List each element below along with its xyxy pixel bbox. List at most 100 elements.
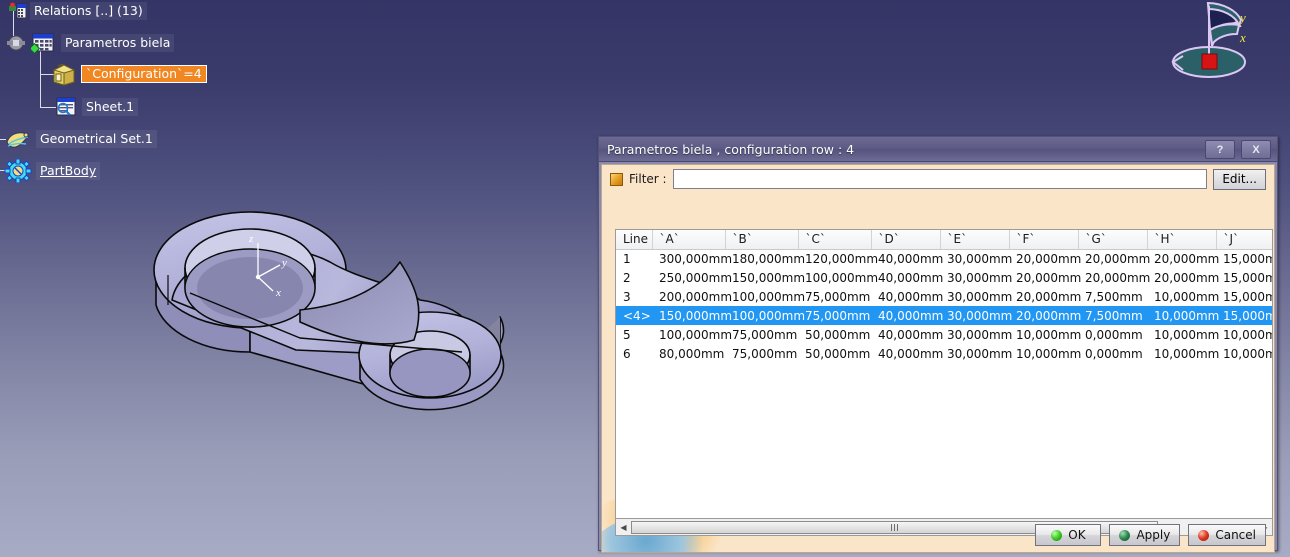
table-cell[interactable]: 20,000mm xyxy=(1009,268,1081,287)
table-cell[interactable]: 2 xyxy=(616,268,652,287)
table-row[interactable]: 3 200,000mm 100,000mm 75,000mm 40,000mm 30,00… xyxy=(616,287,1272,306)
table-row[interactable]: 1 300,000mm 180,000mm 120,000mm 40,000mm 30,0… xyxy=(616,249,1272,268)
table-cell[interactable]: 75,000mm xyxy=(725,344,798,363)
table-cell[interactable]: 100,000mm xyxy=(725,306,805,325)
table-column-header[interactable]: `A` xyxy=(652,230,726,250)
table-cell[interactable]: 30,000mm xyxy=(940,344,1012,363)
table-cell[interactable]: 120,000mm xyxy=(798,249,878,268)
table-cell[interactable]: 300,000mm xyxy=(652,249,732,268)
table-column-header[interactable]: `E` xyxy=(940,230,1010,250)
table-cell[interactable]: 30,000mm xyxy=(940,287,1012,306)
table-cell[interactable]: 75,000mm xyxy=(798,306,871,325)
edit-button[interactable]: Edit... xyxy=(1213,168,1266,190)
close-button[interactable]: X xyxy=(1241,140,1271,159)
table-cell[interactable]: 150,000mm xyxy=(725,268,805,287)
configuration-table[interactable]: Line `A` `B` `C` `D` `E` `F` `G` `H` `J` 1 300,000… xyxy=(615,229,1273,519)
table-cell[interactable]: 200,000mm xyxy=(652,287,732,306)
dialog-titlebar[interactable]: Parametros biela , configuration row : 4… xyxy=(599,137,1277,162)
filter-input[interactable] xyxy=(672,169,1208,189)
tree-item-parametros-biela[interactable]: Parametros biela xyxy=(5,32,175,55)
table-cell[interactable]: 100,000mm xyxy=(652,325,732,344)
table-cell[interactable]: 50,000mm xyxy=(798,325,871,344)
table-cell[interactable]: 30,000mm xyxy=(940,325,1012,344)
axis-label-x: x xyxy=(275,287,281,299)
table-cell[interactable]: 10,000mm xyxy=(1009,325,1081,344)
table-column-header[interactable]: `J` xyxy=(1216,230,1272,250)
table-cell[interactable]: 40,000mm xyxy=(871,287,943,306)
table-cell[interactable]: 15,000mm xyxy=(1216,249,1272,268)
table-cell[interactable]: 7,500mm xyxy=(1078,306,1147,325)
table-cell[interactable]: 1 xyxy=(616,249,652,268)
table-cell[interactable]: 10,000mm xyxy=(1147,325,1219,344)
table-cell[interactable]: 80,000mm xyxy=(652,344,725,363)
table-cell[interactable]: 40,000mm xyxy=(871,249,943,268)
table-cell[interactable]: 75,000mm xyxy=(725,325,798,344)
table-row[interactable]: 5 100,000mm 75,000mm 50,000mm 40,000mm 30,000… xyxy=(616,325,1272,344)
table-row[interactable]: 2 250,000mm 150,000mm 100,000mm 40,000mm 30,0… xyxy=(616,268,1272,287)
tree-item-relations[interactable]: Relations [..] (13) xyxy=(8,2,147,20)
tree-item-sheet1[interactable]: Sheet.1 xyxy=(54,97,139,117)
cancel-button[interactable]: Cancel xyxy=(1188,524,1266,546)
table-column-header[interactable]: `F` xyxy=(1009,230,1079,250)
table-cell[interactable]: 15,000mm xyxy=(1216,287,1272,306)
table-cell[interactable]: 40,000mm xyxy=(871,268,943,287)
table-cell[interactable]: 30,000mm xyxy=(940,249,1012,268)
table-cell[interactable]: 250,000mm xyxy=(652,268,732,287)
table-cell[interactable]: 30,000mm xyxy=(940,268,1012,287)
filter-icon[interactable] xyxy=(610,172,623,186)
table-cell[interactable]: 20,000mm xyxy=(1147,249,1219,268)
table-cell[interactable]: 40,000mm xyxy=(871,306,943,325)
help-button[interactable]: ? xyxy=(1205,140,1235,159)
table-cell[interactable]: 20,000mm xyxy=(1009,249,1081,268)
tree-item-configuration[interactable]: `Configuration`=4 xyxy=(51,61,207,86)
table-cell[interactable]: 50,000mm xyxy=(798,344,871,363)
specification-tree[interactable]: Relations [..] (13) Parametros biela `Co… xyxy=(0,0,340,190)
table-column-header[interactable]: Line xyxy=(616,230,653,250)
table-cell[interactable]: 10,000mm xyxy=(1009,344,1081,363)
table-cell[interactable]: 75,000mm xyxy=(798,287,871,306)
tree-item-label-relations: Relations [..] (13) xyxy=(30,2,147,20)
tree-item-geometrical-set[interactable]: Geometrical Set.1 xyxy=(4,128,157,150)
table-cell[interactable]: 20,000mm xyxy=(1078,268,1150,287)
table-cell[interactable]: 0,000mm xyxy=(1078,344,1147,363)
table-column-header[interactable]: `C` xyxy=(798,230,872,250)
table-column-header[interactable]: `B` xyxy=(725,230,799,250)
table-cell[interactable]: 10,000mm xyxy=(1147,306,1219,325)
table-cell[interactable]: 20,000mm xyxy=(1009,306,1081,325)
table-cell[interactable]: 10,000mm xyxy=(1216,325,1272,344)
design-table-dialog[interactable]: Parametros biela , configuration row : 4… xyxy=(598,136,1278,553)
table-body: 1 300,000mm 180,000mm 120,000mm 40,000mm 30,0… xyxy=(616,249,1272,363)
table-cell[interactable]: 40,000mm xyxy=(871,325,943,344)
table-column-header[interactable]: `H` xyxy=(1147,230,1217,250)
table-column-header[interactable]: `G` xyxy=(1078,230,1148,250)
table-cell[interactable]: 5 xyxy=(616,325,652,344)
table-row[interactable]: 6 80,000mm 75,000mm 50,000mm 40,000mm 30,000m… xyxy=(616,344,1272,363)
table-cell[interactable]: 30,000mm xyxy=(940,306,1012,325)
tree-item-partbody[interactable]: PartBody xyxy=(4,158,101,184)
table-header-row: Line `A` `B` `C` `D` `E` `F` `G` `H` `J` xyxy=(616,230,1272,250)
table-column-header[interactable]: `D` xyxy=(871,230,941,250)
table-cell[interactable]: <4> xyxy=(616,306,652,325)
table-cell[interactable]: 10,000mm xyxy=(1147,344,1219,363)
scroll-left-arrow[interactable]: ◀ xyxy=(616,520,631,535)
table-cell[interactable]: 10,000mm xyxy=(1216,344,1272,363)
table-row[interactable]: <4> 150,000mm 100,000mm 75,000mm 40,000mm 30,… xyxy=(616,306,1272,325)
table-cell[interactable]: 20,000mm xyxy=(1009,287,1081,306)
table-cell[interactable]: 0,000mm xyxy=(1078,325,1147,344)
table-cell[interactable]: 40,000mm xyxy=(871,344,943,363)
table-cell[interactable]: 150,000mm xyxy=(652,306,732,325)
table-cell[interactable]: 3 xyxy=(616,287,652,306)
table-cell[interactable]: 7,500mm xyxy=(1078,287,1147,306)
compass[interactable]: y x xyxy=(1142,0,1282,80)
ok-button[interactable]: OK xyxy=(1035,524,1102,546)
table-cell[interactable]: 100,000mm xyxy=(725,287,805,306)
table-cell[interactable]: 100,000mm xyxy=(798,268,878,287)
table-cell[interactable]: 180,000mm xyxy=(725,249,805,268)
table-cell[interactable]: 20,000mm xyxy=(1078,249,1150,268)
table-cell[interactable]: 15,000mm xyxy=(1216,268,1272,287)
table-cell[interactable]: 15,000mm xyxy=(1216,306,1272,325)
table-cell[interactable]: 6 xyxy=(616,344,652,363)
apply-button[interactable]: Apply xyxy=(1109,524,1181,546)
table-cell[interactable]: 20,000mm xyxy=(1147,268,1219,287)
table-cell[interactable]: 10,000mm xyxy=(1147,287,1219,306)
